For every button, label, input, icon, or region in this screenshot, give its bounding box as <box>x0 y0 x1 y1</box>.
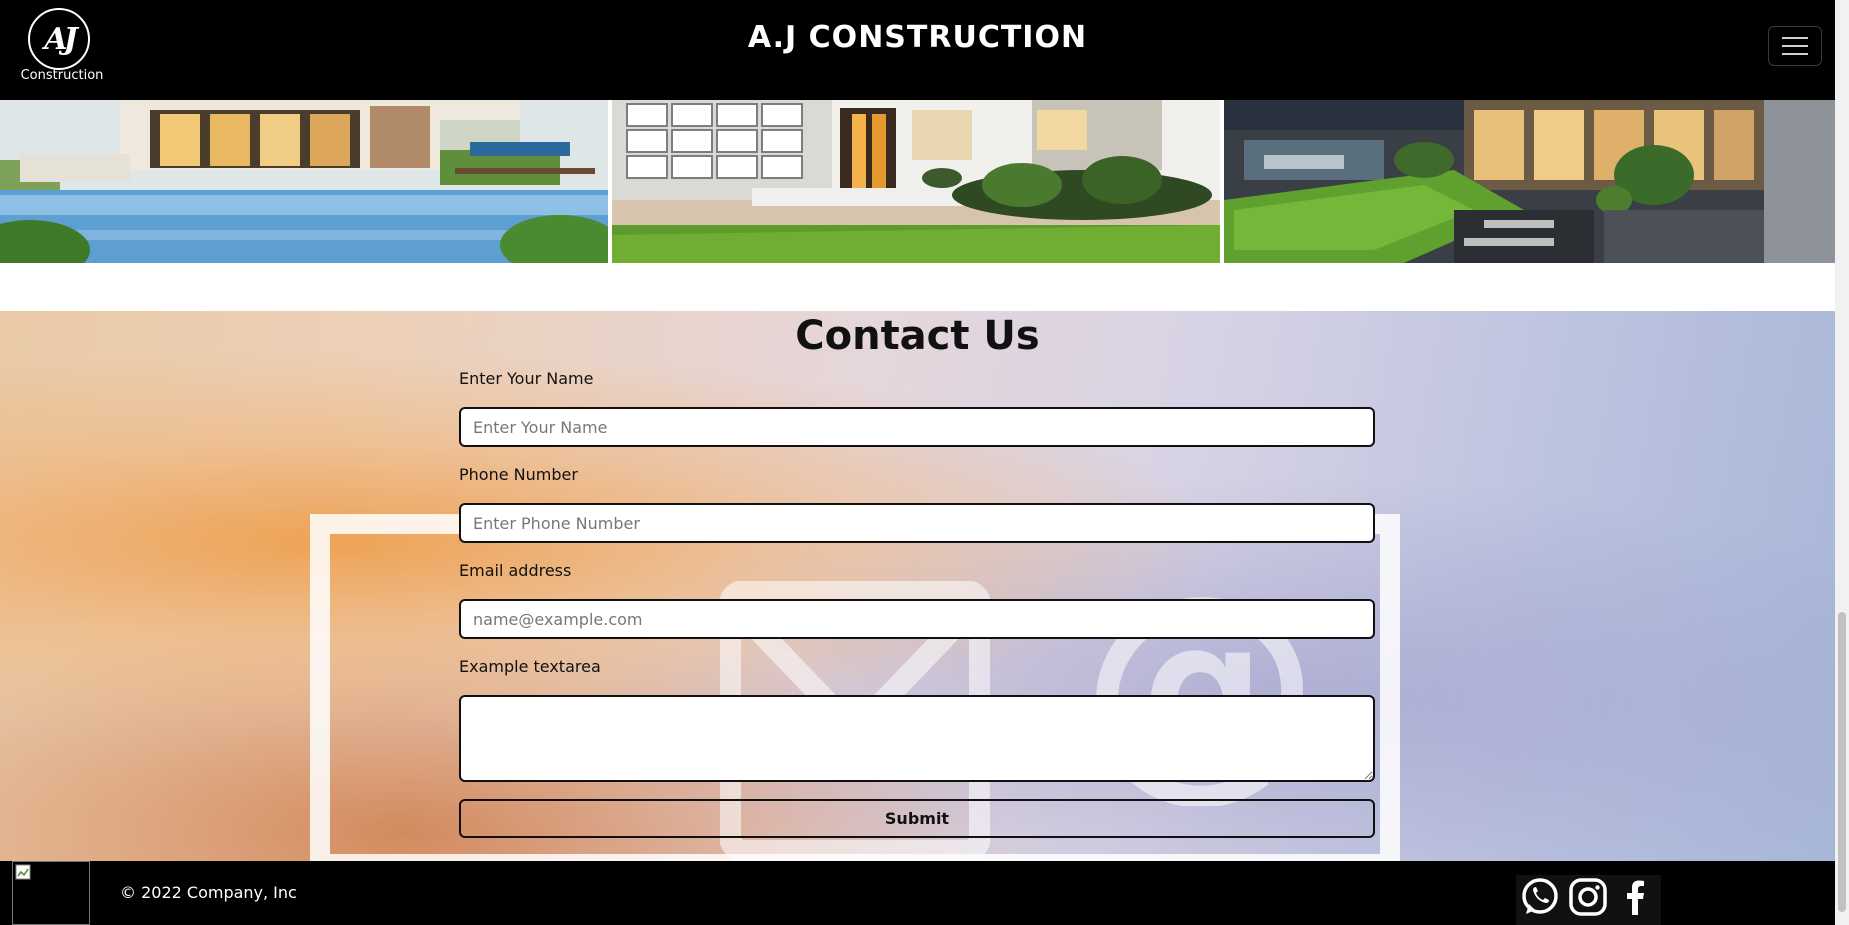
whatsapp-icon[interactable] <box>1520 877 1560 917</box>
scrollbar-thumb[interactable] <box>1838 612 1846 912</box>
footer: © 2022 Company, Inc <box>0 861 1835 925</box>
gallery-photo-pool-house <box>0 100 608 263</box>
contact-section: @ Contact Us Enter Your Name Phone Numbe… <box>0 311 1835 861</box>
message-label: Example textarea <box>459 657 601 676</box>
site-title: A.J CONSTRUCTION <box>747 20 1088 55</box>
submit-button[interactable]: Submit <box>459 799 1375 838</box>
name-label: Enter Your Name <box>459 369 594 388</box>
broken-image-icon <box>15 864 31 880</box>
gallery-photo-patio <box>1224 100 1835 263</box>
copyright-text: © 2022 Company, Inc <box>120 883 297 902</box>
phone-label: Phone Number <box>459 465 578 484</box>
page-scrollbar[interactable] <box>1835 0 1849 925</box>
message-textarea[interactable] <box>459 695 1375 782</box>
menu-toggle-button[interactable] <box>1768 26 1822 66</box>
project-gallery <box>0 100 1835 263</box>
social-links <box>1516 875 1661 925</box>
logo-text: Construction <box>20 68 104 83</box>
gallery-photo-house-entrance <box>612 100 1220 263</box>
name-input[interactable] <box>459 407 1375 447</box>
facebook-icon[interactable] <box>1616 877 1656 917</box>
footer-logo-image <box>12 861 90 925</box>
email-label: Email address <box>459 561 572 580</box>
phone-input[interactable] <box>459 503 1375 543</box>
email-input[interactable] <box>459 599 1375 639</box>
navbar: AJ Construction A.J CONSTRUCTION <box>0 0 1835 100</box>
hamburger-icon <box>1782 37 1808 55</box>
instagram-icon[interactable] <box>1568 877 1608 917</box>
contact-title: Contact Us <box>795 313 1040 359</box>
